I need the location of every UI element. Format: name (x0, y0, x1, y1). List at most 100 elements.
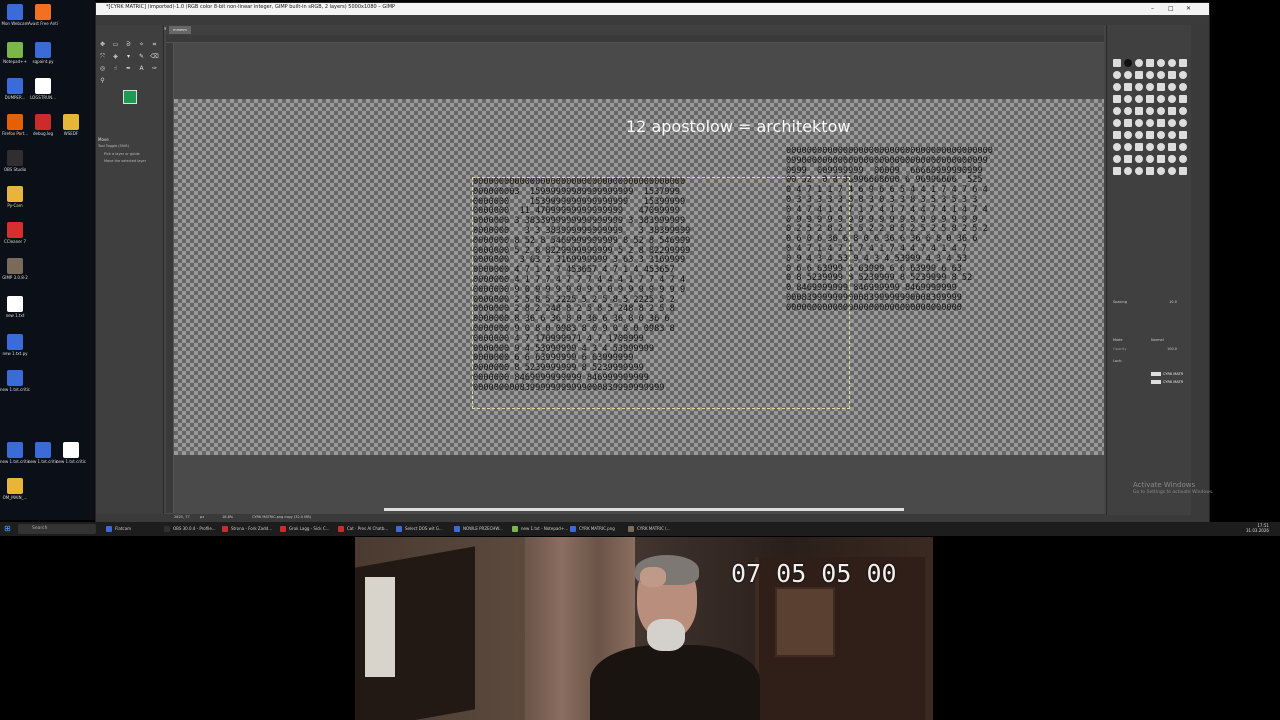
brush-preset-icon[interactable] (1179, 119, 1187, 127)
brush-preset-icon[interactable] (1157, 107, 1165, 115)
text-tool-icon[interactable]: A (137, 64, 146, 73)
brush-preset-icon[interactable] (1124, 107, 1132, 115)
desktop-icon[interactable]: Mon Webcam (0, 4, 30, 36)
brush-preset-icon[interactable] (1157, 167, 1165, 175)
spacing-value[interactable]: 10.0 (1169, 300, 1177, 304)
zoom-icon[interactable]: ⚲ (98, 76, 107, 85)
brush-preset-icon[interactable] (1113, 107, 1121, 115)
brush-preset-icon[interactable] (1168, 119, 1176, 127)
brush-preset-icon[interactable] (1146, 95, 1154, 103)
desktop-icon[interactable]: GIMP 3.0.8-2 (0, 258, 30, 290)
brush-preset-icon[interactable] (1146, 119, 1154, 127)
desktop-icon[interactable]: debug.log (28, 114, 58, 146)
pick-layer-option[interactable]: Pick a layer or guide (104, 152, 140, 156)
unit-selector[interactable]: px (200, 515, 204, 519)
taskbar-app[interactable]: OBS 30.0.4 - Profile... (163, 524, 216, 534)
desktop-icon[interactable]: new 1.txt.critical... (28, 442, 58, 474)
brush-preset-icon[interactable] (1179, 59, 1187, 67)
foreground-color-swatch[interactable] (123, 90, 137, 104)
system-clock[interactable]: 17:51 31.03.2026 (1246, 523, 1269, 533)
image-tab[interactable]: mmmm (169, 26, 191, 34)
taskbar-app[interactable]: CYRK MATRIC (... (627, 524, 671, 534)
transform-icon[interactable]: ⤧ (98, 52, 107, 61)
move-tool-icon[interactable]: ✥ (98, 40, 107, 49)
move-layer-option[interactable]: Move the selected layer (104, 159, 146, 163)
desktop-icon[interactable]: Avast Free Antivirus (28, 4, 58, 36)
brush-preset-icon[interactable] (1168, 131, 1176, 139)
brush-preset-icon[interactable] (1113, 143, 1121, 151)
desktop-icon[interactable]: sqpaint.py (28, 42, 58, 74)
brush-preset-icon[interactable] (1146, 167, 1154, 175)
smudge-icon[interactable]: ☝ (111, 64, 120, 73)
brush-preset-icon[interactable] (1124, 119, 1132, 127)
brush-preset-icon[interactable] (1168, 83, 1176, 91)
brush-preset-icon[interactable] (1157, 71, 1165, 79)
brush-preset-icon[interactable] (1179, 107, 1187, 115)
brush-preset-icon[interactable] (1146, 143, 1154, 151)
brush-preset-icon[interactable] (1113, 71, 1121, 79)
brush-preset-icon[interactable] (1146, 107, 1154, 115)
taskbar-app[interactable]: Select DOS wit G... (395, 524, 443, 534)
brush-preset-icon[interactable] (1113, 131, 1121, 139)
brush-preset-icon[interactable] (1157, 59, 1165, 67)
desktop-icon[interactable]: Notepad++ (0, 42, 30, 74)
brush-preset-icon[interactable] (1168, 107, 1176, 115)
brush-preset-icon[interactable] (1124, 167, 1132, 175)
brush-preset-icon[interactable] (1124, 131, 1132, 139)
brush-preset-icon[interactable] (1124, 143, 1132, 151)
desktop-icon[interactable]: OM_MAIN_... (0, 478, 30, 510)
bucket-icon[interactable]: ▾ (124, 52, 133, 61)
brush-preset-icon[interactable] (1168, 71, 1176, 79)
taskbar-app[interactable]: Flatcam (105, 524, 131, 534)
taskbar-app[interactable]: NOWLE PRZECHW... (453, 524, 503, 534)
brush-preset-icon[interactable] (1157, 95, 1165, 103)
brush-preset-icon[interactable] (1124, 71, 1132, 79)
brush-preset-icon[interactable] (1113, 59, 1121, 67)
mode-value[interactable]: Normal (1151, 338, 1164, 342)
brush-preset-icon[interactable] (1113, 167, 1121, 175)
brush-preset-icon[interactable] (1179, 95, 1187, 103)
brush-preset-icon[interactable] (1157, 155, 1165, 163)
taskbar-app[interactable]: Grok Lagg - Sick C... (279, 524, 329, 534)
close-icon[interactable]: ✕ (1186, 5, 1191, 12)
brush-preset-icon[interactable] (1113, 83, 1121, 91)
brush-preset-icon[interactable] (1124, 95, 1132, 103)
brush-preset-icon[interactable] (1135, 59, 1143, 67)
fuzzy-select-icon[interactable]: ✧ (137, 40, 146, 49)
desktop-icon[interactable]: WSEDF (56, 114, 86, 146)
brush-preset-icon[interactable] (1146, 131, 1154, 139)
desktop-icon[interactable]: new 1.txt.critical... (0, 370, 30, 402)
brush-preset-icon[interactable] (1135, 71, 1143, 79)
layer-row[interactable]: CYRK MATR (1151, 371, 1191, 377)
desktop-icon[interactable]: new 1.txt.critical... (0, 442, 30, 474)
horizontal-scrollbar[interactable] (384, 508, 904, 511)
desktop-icon[interactable]: DUMPER... (0, 78, 30, 110)
brush-preset-icon[interactable] (1113, 119, 1121, 127)
brush-preset-icon[interactable] (1157, 143, 1165, 151)
brush-preset-icon[interactable] (1179, 143, 1187, 151)
minimize-icon[interactable]: – (1151, 5, 1154, 12)
brush-preset-icon[interactable] (1179, 131, 1187, 139)
start-icon[interactable]: ⊞ (4, 525, 12, 533)
brush-preset-icon[interactable] (1168, 59, 1176, 67)
brush-preset-icon[interactable] (1135, 83, 1143, 91)
brush-preset-icon[interactable] (1168, 155, 1176, 163)
brush-preset-icon[interactable] (1135, 131, 1143, 139)
brush-preset-icon[interactable] (1179, 83, 1187, 91)
brush-preset-icon[interactable] (1146, 59, 1154, 67)
opacity-value[interactable]: 100.0 (1167, 347, 1177, 351)
brush-preset-icon[interactable] (1113, 155, 1121, 163)
brush-preset-icon[interactable] (1135, 155, 1143, 163)
desktop-icon[interactable]: LOGSTRUN... (28, 78, 58, 110)
brush-preset-icon[interactable] (1179, 155, 1187, 163)
brush-preset-icon[interactable] (1135, 95, 1143, 103)
brush-preset-icon[interactable] (1179, 71, 1187, 79)
desktop-icon[interactable]: Py-Cam (0, 186, 30, 218)
desktop-icon[interactable]: CCleaner 7 (0, 222, 30, 254)
brush-preset-icon[interactable] (1124, 83, 1132, 91)
image-canvas[interactable]: 12 apostolow = architektow 0000000000000… (174, 99, 1104, 455)
color-picker-icon[interactable]: ✑ (150, 64, 159, 73)
taskbar-search[interactable]: Search (18, 524, 96, 534)
brush-preset-icon[interactable] (1168, 143, 1176, 151)
paintbrush-icon[interactable]: ✎ (137, 52, 146, 61)
